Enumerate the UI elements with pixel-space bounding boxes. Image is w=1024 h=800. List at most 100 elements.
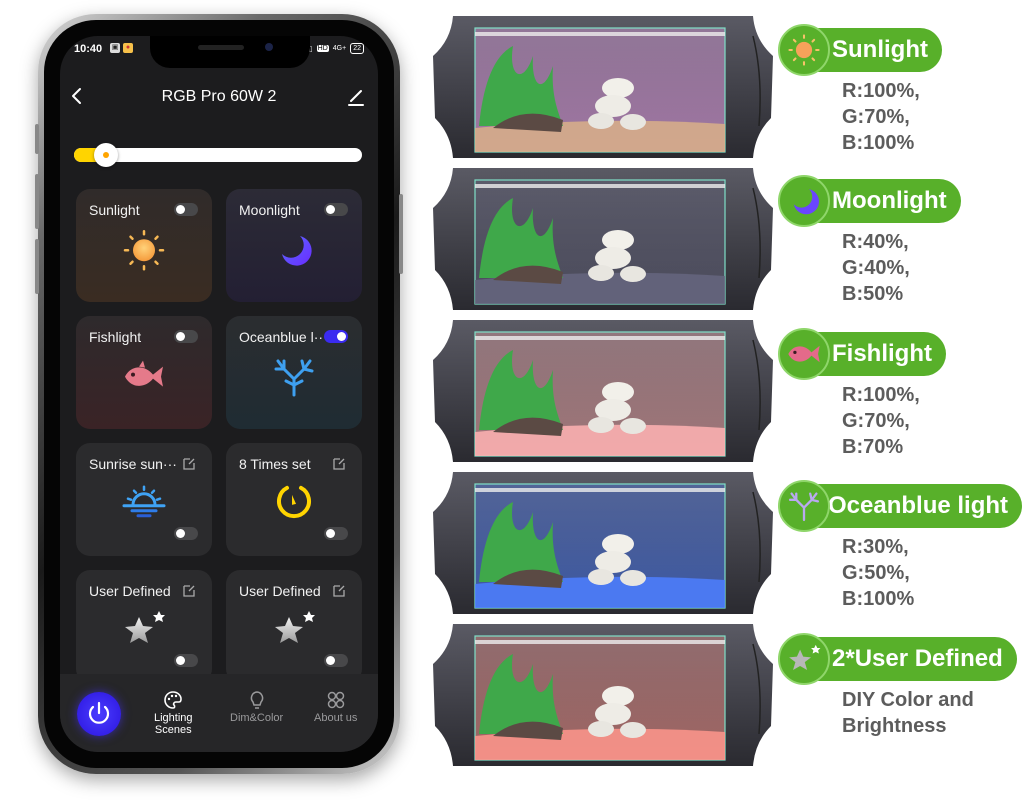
edit-schedule-icon[interactable] (333, 457, 346, 470)
edit-scene-icon[interactable] (333, 584, 346, 597)
rgb-line: R:30%, (842, 536, 909, 558)
rgb-line: G:70%, (842, 106, 910, 128)
scene-toggle[interactable] (324, 654, 348, 667)
scene-name: Fishlight (89, 329, 142, 345)
sun-icon (788, 34, 820, 66)
brightness-slider-handle[interactable] (93, 143, 118, 167)
aquarium-photo-graphic (433, 624, 773, 766)
sun-icon (123, 229, 165, 270)
scene-toggle[interactable] (324, 330, 348, 343)
scene-card-sunlight[interactable]: Sunlight (76, 189, 212, 302)
preset-label-fishlight: Fishlight R:100%, G:70%, B:70% (778, 328, 946, 460)
toggle-knob (176, 656, 185, 665)
preset-badge (778, 24, 830, 76)
aquarium-photo-graphic (433, 472, 773, 614)
power-icon (88, 701, 110, 724)
preset-title: Fishlight (832, 340, 932, 367)
fish-icon (125, 360, 163, 387)
scene-card-fishlight[interactable]: Fishlight (76, 316, 212, 429)
scene-card-sunrise-sunset[interactable]: Sunrise sun··· (76, 443, 212, 556)
nav-dim-color[interactable]: Dim&Color (230, 690, 283, 724)
scene-toggle[interactable] (324, 203, 348, 216)
preset-title-pill: Moonlight (778, 175, 961, 227)
rgb-line: G:50%, (842, 562, 910, 584)
preset-badge (778, 175, 830, 227)
edit-schedule-icon[interactable] (183, 457, 196, 470)
moon-icon (793, 189, 819, 215)
aquarium-photo (433, 320, 773, 462)
status-right-icons: ▯ HD 4G+ 22 (309, 43, 364, 54)
scene-card-oceanblue[interactable]: Oceanblue l··· (226, 316, 362, 429)
rgb-line: R:100%, (842, 80, 920, 102)
grid-icon (327, 691, 344, 709)
preset-label-user-defined: 2*User Defined DIY Color and Brightness (778, 633, 1017, 739)
rgb-line: R:40%, (842, 231, 909, 253)
scene-name: 8 Times set (239, 456, 311, 472)
rgb-line: B:70% (842, 436, 904, 458)
preset-title: Sunlight (832, 36, 928, 63)
power-button[interactable] (77, 692, 121, 736)
aquarium-photo (433, 472, 773, 614)
app-screen: 10:40 ▣ ● ▯ HD 4G+ 22 RGB Pro 60W 2 Sunl… (60, 36, 378, 752)
phone-mockup: 10:40 ▣ ● ▯ HD 4G+ 22 RGB Pro 60W 2 Sunl… (35, 14, 403, 774)
scene-name: User Defined (89, 583, 171, 599)
signal-icon: 4G+ (332, 45, 347, 52)
toggle-knob (176, 529, 185, 538)
device-title: RGB Pro 60W 2 (161, 88, 277, 105)
sunrise-icon (122, 484, 166, 517)
notification-app-icon: ▣ (110, 43, 120, 53)
scene-card-user-defined-1[interactable]: User Defined (76, 570, 212, 683)
hd-icon: HD (316, 45, 329, 52)
edit-scene-icon[interactable] (183, 584, 196, 597)
aquarium-photo (433, 16, 773, 158)
preset-title: 2*User Defined (832, 645, 1003, 672)
aquarium-photo-graphic (433, 320, 773, 462)
scene-toggle[interactable] (174, 527, 198, 540)
aquarium-photo (433, 624, 773, 766)
phone-volume-up (35, 174, 39, 229)
battery-icon: 22 (350, 43, 364, 54)
nav-label: Dim&Color (230, 712, 284, 724)
preset-label-oceanblue: Oceanblue light R:30%, G:50%, B:100% (778, 480, 1023, 612)
toggle-knob (176, 205, 185, 214)
nav-lighting-scenes[interactable]: Lighting Scenes (154, 690, 193, 736)
lightbulb-icon (250, 691, 263, 709)
rename-device-button[interactable] (346, 87, 366, 107)
scene-card-8-times-set[interactable]: 8 Times set (226, 443, 362, 556)
nav-label: Lighting (154, 712, 193, 724)
rgb-line: B:50% (842, 283, 904, 305)
moon-icon (282, 235, 312, 266)
toggle-knob (176, 332, 185, 341)
notification-app-icon: ● (123, 43, 133, 53)
coral-icon (788, 492, 820, 522)
status-time: 10:40 (74, 43, 103, 55)
star-icon (789, 644, 821, 670)
toggle-knob (326, 529, 335, 538)
scene-name: User Defined (239, 583, 321, 599)
scene-toggle[interactable] (174, 203, 198, 216)
nav-label: Scenes (154, 724, 192, 736)
scene-card-user-defined-2[interactable]: User Defined (226, 570, 362, 683)
palette-icon (164, 691, 183, 709)
toggle-knob (326, 205, 335, 214)
nav-about-us[interactable]: About us (314, 690, 357, 724)
rgb-line: G:40%, (842, 257, 910, 279)
scene-name: Sunlight (89, 202, 140, 218)
scene-toggle[interactable] (324, 527, 348, 540)
lighting-scenes-grid: Sunlight Moonlight Fishlight Oceanblue l… (76, 189, 362, 683)
scene-card-moonlight[interactable]: Moonlight (226, 189, 362, 302)
brightness-slider[interactable] (74, 143, 362, 167)
scene-toggle[interactable] (174, 654, 198, 667)
phone-side-button (35, 124, 39, 154)
description-line: DIY Color and (842, 689, 974, 711)
phone-power-side-button (399, 194, 403, 274)
preset-description: DIY Color and Brightness (842, 687, 1017, 739)
description-line: Brightness (842, 715, 947, 737)
preset-title-pill: Oceanblue light (778, 480, 1023, 532)
rgb-line: R:100%, (842, 384, 920, 406)
toggle-knob (326, 656, 335, 665)
scene-toggle[interactable] (174, 330, 198, 343)
status-notification-icons: ▣ ● (110, 43, 133, 53)
star-icon (275, 610, 315, 643)
preset-badge (778, 328, 830, 380)
